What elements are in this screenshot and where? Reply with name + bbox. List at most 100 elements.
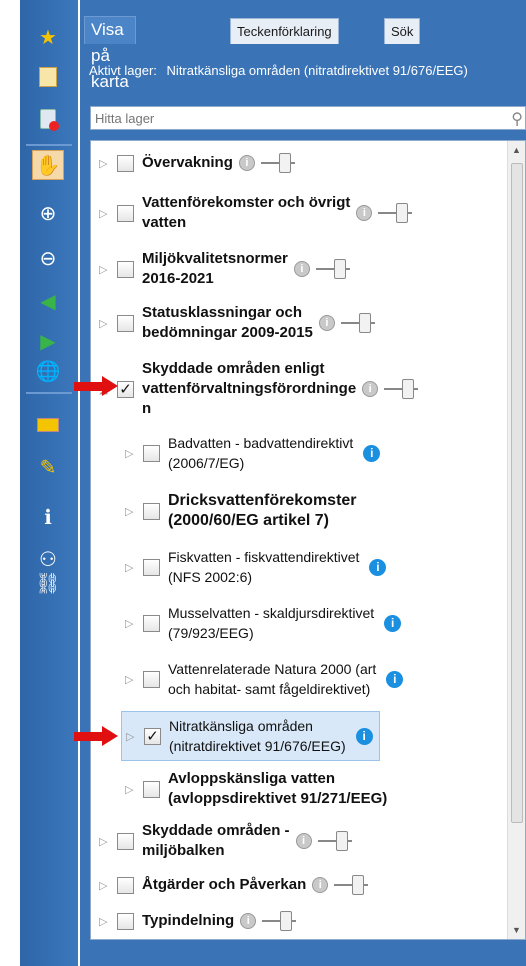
clear-icon[interactable]: [32, 104, 64, 134]
layer-checkbox[interactable]: [117, 314, 134, 332]
card-icon[interactable]: [32, 410, 64, 440]
layer-musselvatten: ▷ Musselvatten - skaldjursdirektivet (79/…: [125, 603, 402, 643]
layer-checkbox[interactable]: [143, 444, 160, 462]
expand-icon[interactable]: ▷: [99, 207, 117, 220]
search-icon[interactable]: ⚲: [511, 109, 523, 129]
layer-checkbox[interactable]: [143, 614, 160, 632]
expand-icon[interactable]: ▷: [125, 783, 143, 796]
layer-label: Statusklassningar och bedömningar 2009-20…: [142, 304, 313, 341]
layer-label: Badvatten - badvattendirektivt (2006/7/EG…: [168, 435, 354, 471]
expand-icon[interactable]: ▷: [126, 730, 144, 743]
info-icon[interactable]: i: [312, 877, 329, 893]
layer-checkbox[interactable]: [143, 502, 160, 520]
info-icon[interactable]: i: [362, 381, 379, 397]
layer-label: Vattenrelaterade Natura 2000 (art och hab…: [168, 661, 377, 697]
opacity-slider[interactable]: [317, 831, 352, 851]
info-icon[interactable]: i: [295, 833, 312, 849]
layer-checkbox-checked[interactable]: ✓: [144, 727, 161, 745]
expand-icon[interactable]: ▷: [99, 879, 117, 892]
layer-vattenforekomster: ▷ Vattenförekomster och övrigt vatten i: [99, 193, 413, 233]
layer-label: Skyddade områden - miljöbalken: [142, 822, 290, 859]
layer-dricksvatten: ▷ Dricksvattenförekomster (2000/60/EG art…: [125, 491, 357, 531]
layer-fiskvatten: ▷ Fiskvatten - fiskvattendirektivet (NFS …: [125, 547, 387, 587]
layer-checkbox[interactable]: [117, 154, 134, 172]
highlight-arrow: [74, 726, 120, 746]
zoom-out-icon[interactable]: ⊖: [32, 243, 64, 273]
layer-skyddade-omraden: ◢ ✓ Skyddade områden enligtvattenförvalt…: [99, 359, 419, 419]
expand-icon[interactable]: ▷: [99, 157, 117, 170]
toolbar-separator: [26, 392, 72, 394]
info-icon[interactable]: i: [356, 205, 373, 221]
layer-atgarder: ▷ Åtgärder och Påverkan i: [99, 875, 369, 895]
pan-hand-icon[interactable]: ✋: [32, 150, 64, 180]
expand-icon[interactable]: ▷: [125, 505, 143, 518]
active-layer-value: Nitratkänsliga områden (nitratdirektivet…: [166, 63, 468, 78]
opacity-slider[interactable]: [315, 259, 350, 279]
info-icon[interactable]: ℹ: [32, 502, 64, 532]
zoom-in-icon[interactable]: ⊕: [32, 198, 64, 228]
layer-miljobalken: ▷ Skyddade områden - miljöbalken i: [99, 821, 352, 861]
globe-icon[interactable]: 🌐: [32, 356, 64, 386]
layer-label: Fiskvatten - fiskvattendirektivet (NFS 20…: [168, 549, 360, 585]
layer-checkbox[interactable]: [143, 558, 160, 576]
expand-icon[interactable]: ▷: [99, 317, 117, 330]
expand-icon[interactable]: ▷: [125, 673, 143, 686]
info-icon[interactable]: i: [369, 558, 387, 576]
tree-scrollbar[interactable]: ▲ ▼: [507, 141, 525, 939]
info-icon[interactable]: i: [238, 155, 255, 171]
tab-sok[interactable]: Sök: [384, 18, 421, 44]
info-icon[interactable]: i: [386, 670, 404, 688]
info-icon[interactable]: i: [355, 727, 373, 745]
tab-teckenforklaring[interactable]: Teckenförklaring: [230, 18, 339, 44]
layer-typindelning: ▷ Typindelning i: [99, 911, 297, 931]
opacity-slider[interactable]: [260, 153, 295, 173]
layer-label: Typindelning: [142, 912, 235, 929]
scroll-up-icon[interactable]: ▲: [512, 145, 521, 155]
layer-checkbox[interactable]: [117, 832, 134, 850]
layer-label: Nitratkänsliga områden (nitratdirektivet …: [169, 718, 346, 754]
layer-checkbox[interactable]: [117, 260, 134, 278]
opacity-slider[interactable]: [334, 875, 369, 895]
expand-icon[interactable]: ▷: [125, 561, 143, 574]
layer-avloppskansliga: ▷ Avloppskänsliga vatten (avloppsdirektiv…: [125, 769, 387, 809]
layer-checkbox[interactable]: [117, 912, 134, 930]
layer-label: Miljökvalitetsnormer 2016-2021: [142, 250, 288, 287]
info-icon[interactable]: i: [240, 913, 257, 929]
bookmark-icon[interactable]: [32, 62, 64, 92]
layer-label: Dricksvattenförekomster (2000/60/EG artik…: [168, 492, 357, 529]
info-icon[interactable]: i: [363, 444, 381, 462]
layer-tree: ▲ ▼ ▷ Övervakning i ▷ Vattenförekomster …: [90, 140, 526, 940]
info-icon[interactable]: i: [384, 614, 402, 632]
star-icon[interactable]: ★: [32, 22, 64, 52]
expand-icon[interactable]: ▷: [125, 447, 143, 460]
layer-search: ⚲: [90, 106, 526, 130]
info-icon[interactable]: i: [293, 261, 310, 277]
opacity-slider[interactable]: [340, 313, 375, 333]
expand-icon[interactable]: ▷: [99, 263, 117, 276]
back-icon[interactable]: ◀: [32, 286, 64, 316]
forward-icon[interactable]: ▶: [32, 326, 64, 356]
scroll-thumb[interactable]: [511, 163, 523, 823]
layer-label: Skyddade områden enligt vattenförvaltning…: [142, 360, 357, 417]
layer-checkbox[interactable]: [117, 876, 134, 894]
opacity-slider[interactable]: [378, 203, 413, 223]
expand-icon[interactable]: ▷: [99, 835, 117, 848]
expand-icon[interactable]: ▷: [99, 915, 117, 928]
layer-checkbox[interactable]: [143, 670, 160, 688]
layer-checkbox[interactable]: [143, 780, 160, 798]
opacity-slider[interactable]: [384, 379, 419, 399]
opacity-slider[interactable]: [262, 911, 297, 931]
tab-visa-pa-karta[interactable]: Visa på karta: [84, 16, 136, 91]
highlight-arrow: [74, 376, 120, 396]
scroll-down-icon[interactable]: ▼: [512, 925, 521, 935]
draw-icon[interactable]: ✎: [32, 452, 64, 482]
layer-statusklassningar: ▷ Statusklassningar och bedömningar 2009-…: [99, 303, 375, 343]
expand-icon[interactable]: ▷: [125, 617, 143, 630]
layer-search-input[interactable]: [91, 107, 491, 129]
layer-checkbox[interactable]: [117, 204, 134, 222]
link-icon[interactable]: ⛓: [32, 568, 64, 598]
layer-nitratkansliga[interactable]: ▷ ✓ Nitratkänsliga områden (nitratdirekti…: [121, 711, 380, 761]
layer-label: Avloppskänsliga vatten (avloppsdirektivet…: [168, 770, 388, 807]
info-icon[interactable]: i: [318, 315, 335, 331]
map-toolbar: ★ ✋ ⊕ ⊖ ◀ ▶ 🌐 ✎ ℹ ⚇ ⛓: [20, 0, 78, 966]
